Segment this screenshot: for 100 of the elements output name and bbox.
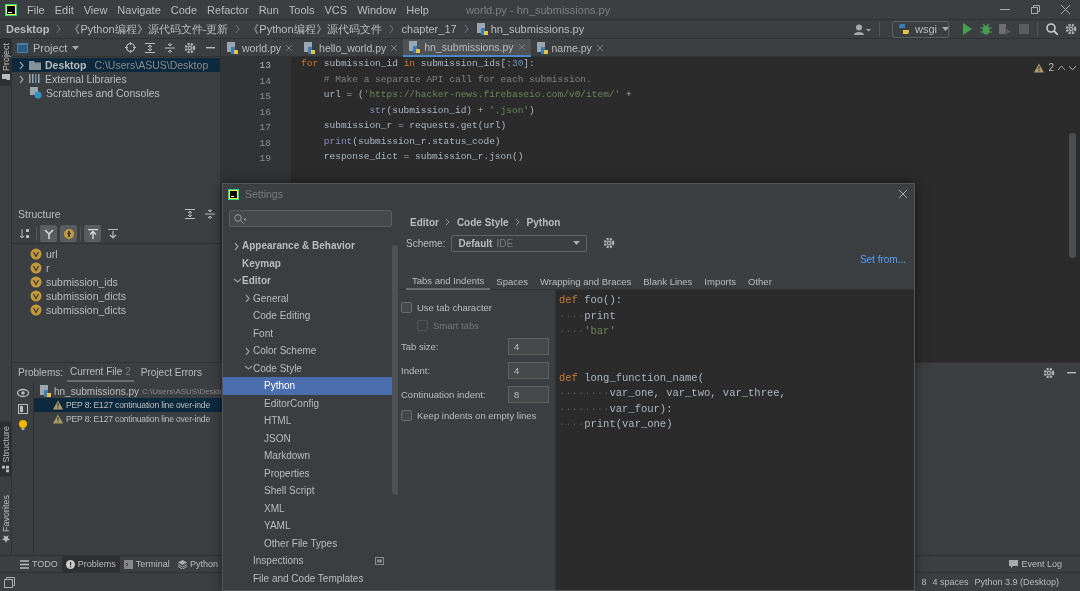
warning-counter[interactable]: 2: [1034, 62, 1054, 73]
side-tab[interactable]: Project: [0, 39, 12, 86]
status-item[interactable]: Python 3.9 (Desktop): [971, 577, 1062, 587]
chevron-icon: [388, 24, 395, 34]
event-log-button[interactable]: Event Log: [1005, 556, 1080, 572]
editor-tab[interactable]: world.py: [221, 39, 299, 57]
toggle-button[interactable]: [40, 225, 57, 242]
scrollbar-thumb[interactable]: [1069, 133, 1076, 258]
problem-file[interactable]: hn_submissions.py C:\Users\ASUS\Deskto: [34, 384, 222, 398]
settings-tree-item[interactable]: EditorConfig: [223, 394, 392, 412]
run-config-dropdown[interactable]: wsgi: [892, 20, 949, 38]
tool-window-tab[interactable]: Problems: [61, 556, 120, 572]
settings-tree-item[interactable]: Editor: [223, 272, 392, 290]
status-item[interactable]: 4 spaces: [929, 577, 972, 587]
tab[interactable]: Spaces: [490, 272, 535, 290]
structure-item[interactable]: submission_dicts: [12, 289, 220, 303]
menu-item[interactable]: Code: [165, 0, 203, 19]
editor-tab[interactable]: hello_world.py: [298, 39, 404, 57]
tree-item[interactable]: Desktop C:\Users\ASUS\Desktop: [12, 58, 220, 72]
number-field[interactable]: 4: [508, 361, 549, 379]
settings-tree-item[interactable]: Appearance & Behavior: [223, 237, 392, 255]
menu-item[interactable]: File: [22, 0, 50, 19]
code-line: str(submission_id) + '.json'): [368, 104, 536, 118]
tab[interactable]: Wrapping and Braces: [534, 272, 638, 290]
structure-item[interactable]: url: [12, 247, 220, 261]
menu-item[interactable]: Window: [352, 0, 402, 19]
settings-tree-item[interactable]: Font: [223, 324, 392, 342]
menu-item[interactable]: Navigate: [112, 0, 166, 19]
tool-window-tab[interactable]: Terminal: [119, 556, 174, 572]
menu-item[interactable]: Run: [253, 0, 284, 19]
menu-item[interactable]: Edit: [49, 0, 79, 19]
tool-window-tab[interactable]: TODO: [16, 556, 62, 572]
breadcrumb-item[interactable]: hn_submissions.py: [476, 23, 585, 35]
breadcrumb-item: Python: [526, 216, 561, 228]
structure-item[interactable]: submission_dicts: [12, 303, 220, 317]
chevron-icon: [463, 24, 470, 34]
menu-item[interactable]: Refactor: [202, 0, 254, 19]
quick-fix-button[interactable]: [18, 420, 27, 430]
settings-tree-item[interactable]: General: [223, 289, 392, 307]
settings-tree-item[interactable]: Shell Script: [223, 482, 392, 500]
settings-tree-item[interactable]: XML: [223, 499, 392, 517]
sort-icon: [19, 228, 30, 239]
panel-tab[interactable]: Project Errors: [137, 363, 205, 382]
settings-button[interactable]: [603, 237, 616, 249]
menu-item[interactable]: Tools: [283, 0, 320, 19]
search-field[interactable]: [229, 210, 392, 227]
line-number: 18: [258, 136, 272, 151]
preview-button[interactable]: [16, 388, 29, 398]
set-from-link[interactable]: Set from...: [859, 253, 906, 265]
toggle-button[interactable]: [84, 225, 101, 242]
breadcrumb-item[interactable]: 《Python编程》源代码文件-更新: [69, 21, 229, 37]
problem-item[interactable]: PEP 8: E127 continuation line over-inde: [34, 398, 222, 412]
menu-item[interactable]: View: [78, 0, 113, 19]
scrollbar-thumb[interactable]: [392, 245, 398, 495]
checkbox[interactable]: Use tab character: [401, 298, 555, 316]
tab[interactable]: Imports: [698, 272, 743, 290]
settings-tree-item[interactable]: YAML: [223, 517, 392, 535]
settings-tree-item[interactable]: Code Style: [223, 359, 392, 377]
settings-tree-item[interactable]: File and Code Templates: [223, 569, 392, 587]
tab[interactable]: Blank Lines: [637, 272, 699, 290]
breadcrumb-item[interactable]: Desktop: [6, 23, 50, 35]
editor-tab[interactable]: hn_submissions.py: [403, 39, 531, 57]
settings-tree-item[interactable]: Markdown: [223, 447, 392, 465]
problem-item[interactable]: PEP 8: E127 continuation line over-inde: [34, 412, 222, 426]
menu-item[interactable]: Help: [401, 0, 434, 19]
number-field[interactable]: 4: [508, 337, 549, 355]
settings-tree-item[interactable]: Code Editing: [223, 307, 392, 325]
breadcrumb-item[interactable]: 《Python编程》源代码文件: [248, 21, 382, 37]
settings-tree-item[interactable]: Inspections: [223, 552, 392, 570]
tree-item[interactable]: Scratches and Consoles: [12, 86, 220, 100]
status-item[interactable]: 8: [918, 577, 930, 587]
layout-button[interactable]: [17, 404, 28, 414]
close-icon: [595, 44, 604, 52]
scheme-dropdown[interactable]: Default IDE: [451, 234, 588, 252]
settings-tree-item[interactable]: Keymap: [223, 254, 392, 272]
project-view-dropdown[interactable]: Project: [17, 41, 80, 54]
settings-tree-item[interactable]: Color Scheme: [223, 342, 392, 360]
side-tab[interactable]: Favorites: [0, 491, 12, 547]
menu-item[interactable]: VCS: [319, 0, 353, 19]
settings-tree-item[interactable]: Other File Types: [223, 534, 392, 552]
tab[interactable]: Tabs and Indents: [406, 272, 491, 290]
structure-item[interactable]: submission_ids: [12, 275, 220, 289]
settings-tree-item[interactable]: HTML: [223, 412, 392, 430]
tree-item[interactable]: External Libraries: [12, 72, 220, 86]
search-icon: [1045, 23, 1058, 35]
toggle-button[interactable]: [60, 225, 77, 242]
scratch-icon: [30, 87, 42, 99]
structure-item[interactable]: r: [12, 261, 220, 275]
settings-tree-item[interactable]: Python: [223, 377, 392, 395]
number-field[interactable]: 8: [508, 385, 549, 403]
breadcrumb-item[interactable]: chapter_17: [401, 23, 457, 35]
editor-tab[interactable]: name.py: [530, 39, 609, 57]
tool-window-tab[interactable]: Python: [173, 556, 222, 572]
settings-tree-item[interactable]: JSON: [223, 429, 392, 447]
terminal-icon: [123, 559, 133, 569]
settings-tree-item[interactable]: Properties: [223, 464, 392, 482]
tab[interactable]: Other: [742, 272, 778, 290]
side-tab[interactable]: Structure: [0, 422, 12, 477]
todo-icon: [20, 559, 29, 569]
checkbox[interactable]: Keep indents on empty lines: [401, 406, 555, 424]
